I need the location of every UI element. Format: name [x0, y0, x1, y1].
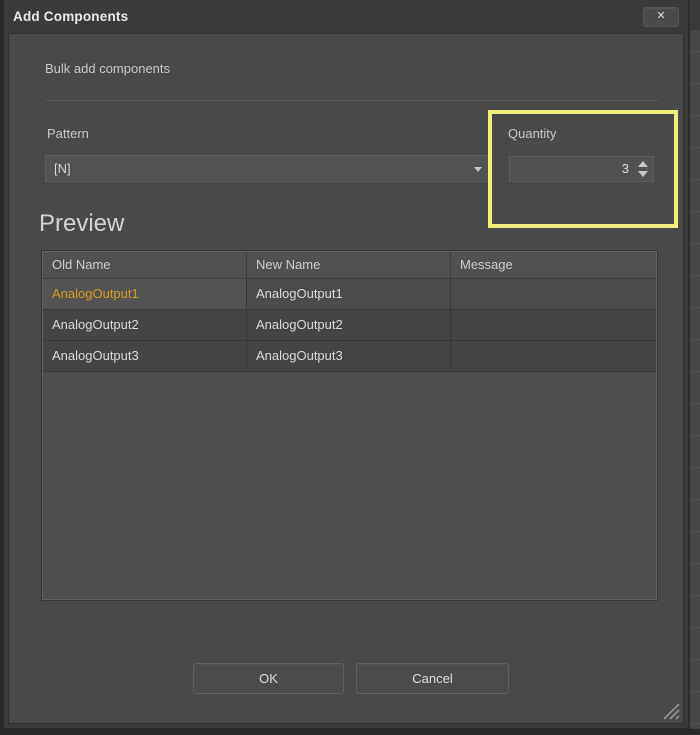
preview-table-header: Old Name New Name Message: [43, 252, 656, 279]
add-components-dialog: Add Components ✕ Bulk add components Pat…: [4, 0, 688, 729]
section-divider: [45, 100, 659, 101]
cell-old-name[interactable]: AnalogOutput1: [43, 279, 247, 309]
close-icon: ✕: [656, 10, 665, 22]
dialog-titlebar[interactable]: Add Components ✕: [4, 0, 688, 33]
cell-old-name[interactable]: AnalogOutput3: [43, 341, 247, 371]
pattern-dropdown-value: [N]: [54, 161, 71, 176]
screenshot-root: Add Components ✕ Bulk add components Pat…: [0, 0, 700, 735]
cell-message[interactable]: [451, 279, 656, 309]
column-header-old-name: Old Name: [43, 252, 247, 278]
bulk-add-description: Bulk add components: [45, 61, 170, 76]
column-header-new-name: New Name: [247, 252, 451, 278]
preview-table: Old Name New Name Message AnalogOutput1 …: [42, 251, 657, 600]
quantity-input[interactable]: 3: [509, 156, 654, 182]
cell-new-name[interactable]: AnalogOutput3: [247, 341, 451, 371]
pattern-dropdown[interactable]: [N]: [45, 155, 491, 182]
background-app-strip: [688, 0, 700, 729]
quantity-label: Quantity: [508, 126, 556, 141]
table-row[interactable]: AnalogOutput3 AnalogOutput3: [43, 341, 656, 372]
resize-grip[interactable]: [662, 702, 680, 720]
cell-old-name[interactable]: AnalogOutput2: [43, 310, 247, 340]
cell-new-name[interactable]: AnalogOutput1: [247, 279, 451, 309]
pattern-label: Pattern: [47, 126, 89, 141]
column-header-message: Message: [451, 252, 656, 278]
quantity-spinner: [638, 160, 648, 178]
table-row[interactable]: AnalogOutput1 AnalogOutput1: [43, 279, 656, 310]
spin-down-icon[interactable]: [638, 171, 648, 177]
cell-message[interactable]: [451, 310, 656, 340]
cell-message[interactable]: [451, 341, 656, 371]
dialog-content-panel: Bulk add components Pattern [N] Quantity…: [8, 33, 684, 724]
quantity-value: 3: [622, 161, 629, 176]
cancel-button[interactable]: Cancel: [356, 663, 509, 694]
preview-heading: Preview: [39, 210, 124, 238]
spin-up-icon[interactable]: [638, 161, 648, 167]
dialog-title: Add Components: [13, 9, 128, 24]
table-row[interactable]: AnalogOutput2 AnalogOutput2: [43, 310, 656, 341]
chevron-down-icon: [474, 167, 482, 172]
close-button[interactable]: ✕: [643, 7, 679, 27]
ok-button[interactable]: OK: [193, 663, 344, 694]
cell-new-name[interactable]: AnalogOutput2: [247, 310, 451, 340]
